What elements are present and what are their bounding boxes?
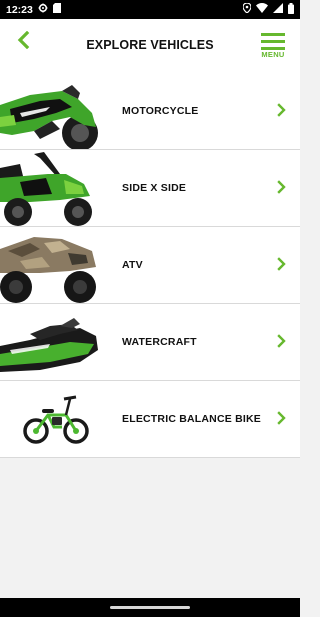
chevron-right-icon <box>276 257 286 271</box>
app-header: EXPLORE VEHICLES MENU <box>0 19 300 73</box>
menu-label: MENU <box>261 50 285 59</box>
home-gesture-bar[interactable] <box>110 606 190 609</box>
watercraft-image <box>0 304 100 380</box>
menu-button[interactable]: MENU <box>260 33 286 63</box>
vehicle-list: MOTORCYCLE SIDE X SIDE ATV WATERCRAFT EL… <box>0 73 300 458</box>
page-title: EXPLORE VEHICLES <box>86 38 214 52</box>
hamburger-icon <box>260 33 286 50</box>
side-x-side-image <box>0 150 100 226</box>
chevron-right-icon <box>276 411 286 425</box>
electric-balance-bike-image <box>0 381 100 457</box>
sd-card-icon <box>52 3 61 16</box>
motorcycle-image <box>0 73 100 149</box>
chevron-right-icon <box>276 180 286 194</box>
wifi-icon <box>256 3 268 16</box>
battery-icon <box>288 2 294 17</box>
vehicle-row-electric-balance-bike[interactable]: ELECTRIC BALANCE BIKE <box>0 381 300 458</box>
status-right <box>242 2 294 17</box>
vehicle-label: ATV <box>122 259 143 271</box>
chevron-right-icon <box>276 103 286 117</box>
vehicle-row-motorcycle[interactable]: MOTORCYCLE <box>0 73 300 150</box>
vehicle-label: MOTORCYCLE <box>122 105 199 117</box>
status-left: 12:23 <box>6 3 61 16</box>
vehicle-label: ELECTRIC BALANCE BIKE <box>122 413 261 425</box>
status-bar: 12:23 <box>0 0 300 19</box>
atv-image <box>0 227 100 303</box>
system-nav-bar <box>0 598 300 617</box>
vehicle-label: SIDE X SIDE <box>122 182 187 194</box>
signal-icon <box>273 3 283 16</box>
vehicle-row-watercraft[interactable]: WATERCRAFT <box>0 304 300 381</box>
vehicle-row-atv[interactable]: ATV <box>0 227 300 304</box>
settings-gear-icon <box>38 3 48 16</box>
status-time: 12:23 <box>6 3 33 16</box>
location-icon <box>242 2 252 16</box>
chevron-right-icon <box>276 334 286 348</box>
vehicle-label: WATERCRAFT <box>122 336 197 348</box>
vehicle-row-side-x-side[interactable]: SIDE X SIDE <box>0 150 300 227</box>
